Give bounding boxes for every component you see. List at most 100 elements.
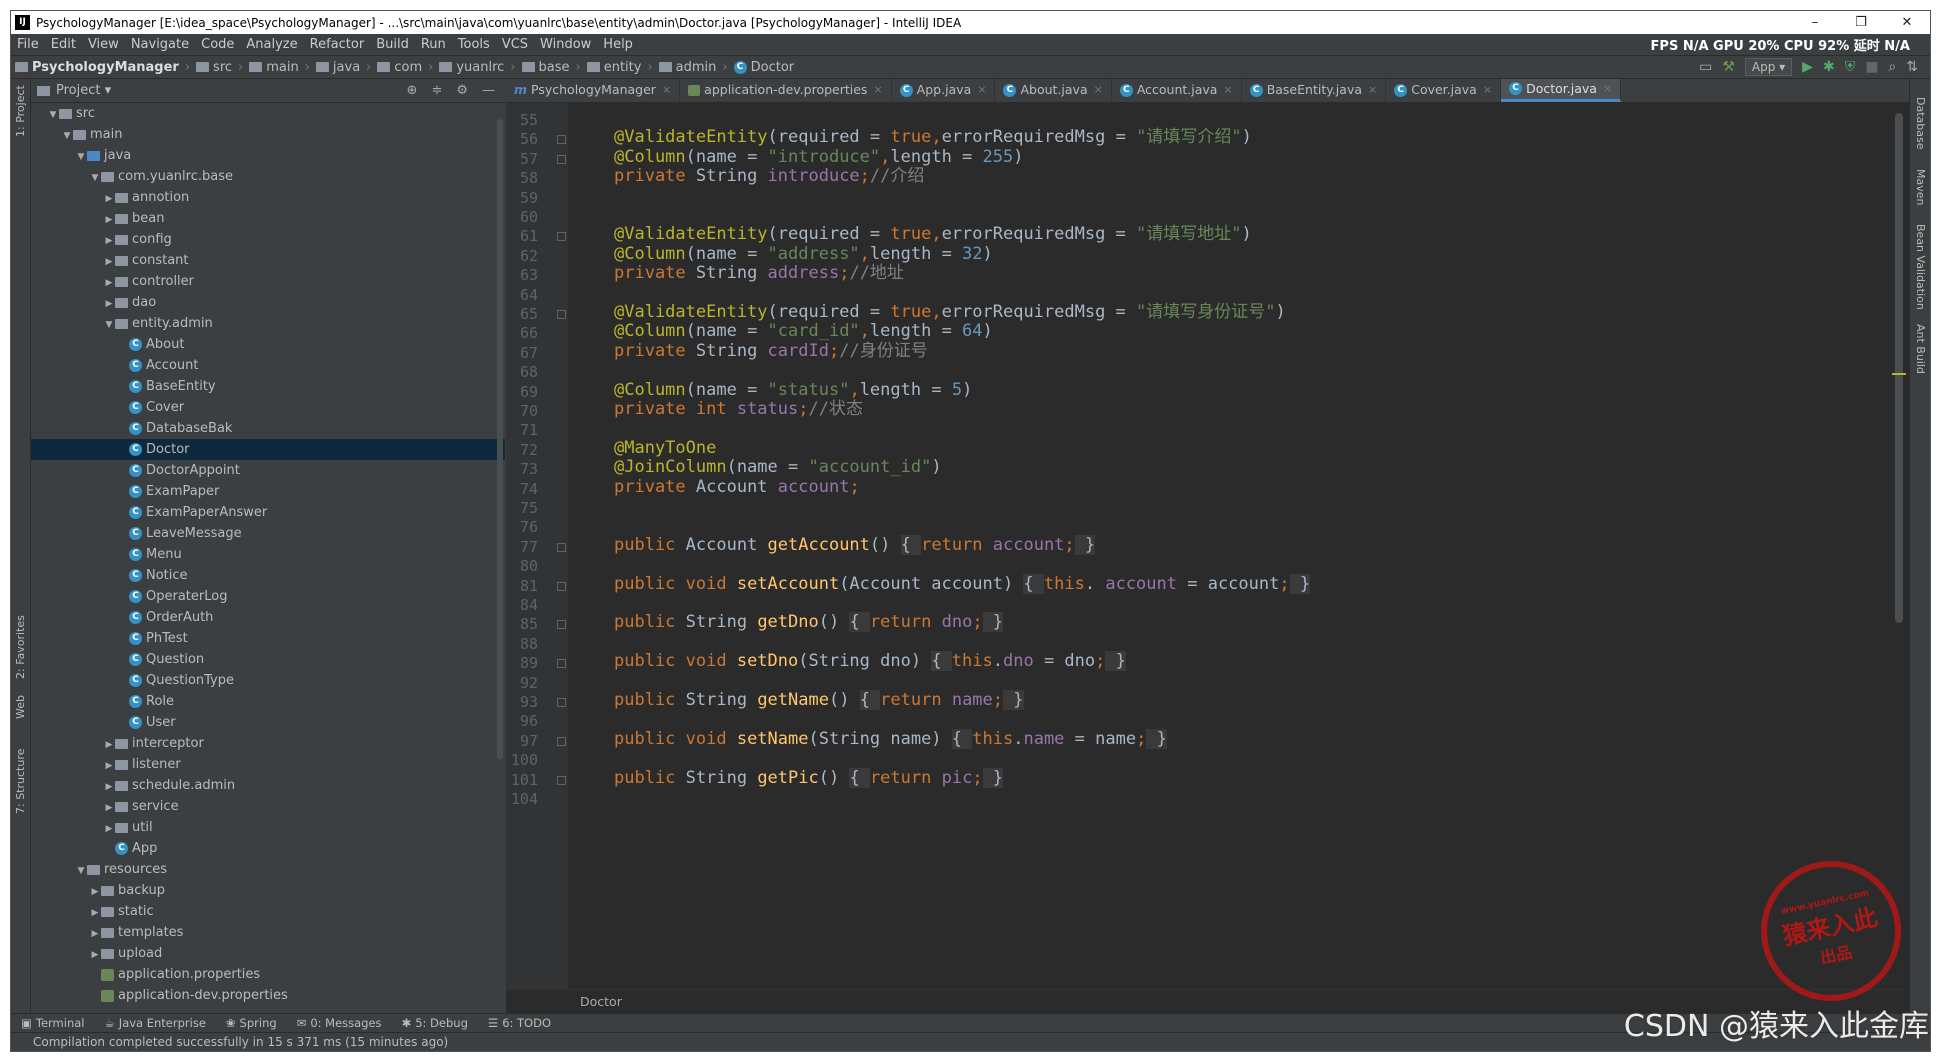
expanded-arrow-icon[interactable]: ▼: [75, 147, 87, 168]
menu-vcs[interactable]: VCS: [496, 37, 534, 52]
tree-item[interactable]: ▶ service: [31, 796, 505, 817]
close-tab-icon[interactable]: ×: [873, 79, 882, 102]
menu-view[interactable]: View: [82, 37, 125, 52]
tree-item[interactable]: ▶ config: [31, 229, 505, 250]
editor-tab[interactable]: C About.java ×: [995, 79, 1112, 102]
debug-icon[interactable]: ✱: [1823, 59, 1835, 75]
fold-marker-icon[interactable]: [557, 135, 566, 145]
tree-item[interactable]: C OperaterLog: [31, 586, 505, 607]
expanded-arrow-icon[interactable]: ▼: [89, 168, 101, 189]
close-tab-icon[interactable]: ×: [977, 79, 986, 102]
tree-item[interactable]: C About: [31, 334, 505, 355]
close-tab-icon[interactable]: ×: [1483, 79, 1492, 102]
tree-item[interactable]: C App: [31, 838, 505, 859]
fold-marker-icon[interactable]: [557, 232, 566, 242]
tree-item[interactable]: C Menu: [31, 544, 505, 565]
collapsed-arrow-icon[interactable]: ▶: [89, 903, 101, 924]
expanded-arrow-icon[interactable]: ▼: [103, 315, 115, 336]
tree-item[interactable]: ▶ interceptor: [31, 733, 505, 754]
collapsed-arrow-icon[interactable]: ▶: [89, 882, 101, 903]
breadcrumb-doctor[interactable]: C Doctor: [730, 60, 799, 75]
code-editor[interactable]: @ValidateEntity(required = true,errorReq…: [568, 103, 1891, 989]
fold-marker-icon[interactable]: [557, 620, 566, 630]
breadcrumb-java[interactable]: java: [312, 60, 364, 75]
tree-item[interactable]: C Doctor: [31, 439, 505, 460]
collapsed-arrow-icon[interactable]: ▶: [103, 273, 115, 294]
menu-analyze[interactable]: Analyze: [240, 37, 303, 52]
fold-marker-icon[interactable]: [557, 659, 566, 669]
bottom-tool-4[interactable]: ✱ 5: Debug: [392, 1016, 478, 1030]
breadcrumb-entity[interactable]: entity: [583, 60, 646, 75]
editor-tab[interactable]: application-dev.properties ×: [680, 79, 892, 102]
maximize-button[interactable]: ❐: [1838, 15, 1884, 30]
breadcrumb-main[interactable]: main: [245, 60, 302, 75]
tree-item[interactable]: ▶ listener: [31, 754, 505, 775]
locate-icon[interactable]: ⊕: [407, 83, 418, 98]
breadcrumb-psychologymanager[interactable]: PsychologyManager: [11, 60, 183, 75]
breadcrumb-com[interactable]: com: [373, 60, 426, 75]
collapsed-arrow-icon[interactable]: ▶: [103, 189, 115, 210]
close-tab-icon[interactable]: ×: [1368, 79, 1377, 102]
fold-marker-icon[interactable]: [557, 581, 566, 591]
fold-marker-icon[interactable]: [557, 542, 566, 552]
menu-run[interactable]: Run: [415, 37, 452, 52]
menu-help[interactable]: Help: [597, 37, 639, 52]
collapsed-arrow-icon[interactable]: ▶: [89, 945, 101, 966]
bottom-tool-1[interactable]: ☕ Java Enterprise: [94, 1016, 215, 1030]
editor-scrollbar[interactable]: [1891, 103, 1909, 989]
breadcrumb-src[interactable]: src: [192, 60, 236, 75]
tree-item[interactable]: C DatabaseBak: [31, 418, 505, 439]
collapsed-arrow-icon[interactable]: ▶: [103, 777, 115, 798]
editor-tab[interactable]: C Doctor.java ×: [1501, 79, 1622, 102]
bottom-tool-2[interactable]: ❀ Spring: [216, 1016, 287, 1030]
bottom-tool-0[interactable]: ▣ Terminal: [11, 1016, 94, 1030]
expanded-arrow-icon[interactable]: ▼: [47, 105, 59, 126]
fold-marker-icon[interactable]: [557, 698, 566, 707]
menu-edit[interactable]: Edit: [45, 37, 82, 52]
tree-item[interactable]: ▶ backup: [31, 880, 505, 901]
expanded-arrow-icon[interactable]: ▼: [75, 861, 87, 882]
fold-marker-icon[interactable]: [557, 154, 566, 164]
collapsed-arrow-icon[interactable]: ▶: [103, 819, 115, 840]
collapsed-arrow-icon[interactable]: ▶: [103, 252, 115, 273]
gear-icon[interactable]: ⚙: [456, 83, 468, 98]
project-scrollbar[interactable]: [497, 119, 503, 759]
tree-item[interactable]: C Question: [31, 649, 505, 670]
hide-icon[interactable]: —: [482, 83, 495, 98]
tree-item[interactable]: C OrderAuth: [31, 607, 505, 628]
editor-tab[interactable]: C Account.java ×: [1112, 79, 1242, 102]
tree-item[interactable]: C Notice: [31, 565, 505, 586]
editor-tab[interactable]: C App.java ×: [892, 79, 996, 102]
collapsed-arrow-icon[interactable]: ▶: [89, 924, 101, 945]
collapsed-arrow-icon[interactable]: ▶: [103, 294, 115, 315]
fold-marker-icon[interactable]: [557, 736, 566, 746]
bean-validation-tool-tab[interactable]: Bean Validation: [1914, 224, 1927, 310]
menu-tools[interactable]: Tools: [452, 37, 496, 52]
favorites-tool-tab[interactable]: 2: Favorites: [14, 615, 27, 679]
tree-item[interactable]: ▶ bean: [31, 208, 505, 229]
breadcrumb-base[interactable]: base: [518, 60, 574, 75]
fold-marker-icon[interactable]: [557, 775, 566, 785]
collapsed-arrow-icon[interactable]: ▶: [103, 231, 115, 252]
tree-item[interactable]: C ExamPaperAnswer: [31, 502, 505, 523]
bottom-tool-5[interactable]: ☰ 6: TODO: [478, 1016, 561, 1030]
tree-item[interactable]: application.properties: [31, 964, 505, 985]
collapsed-arrow-icon[interactable]: ▶: [103, 756, 115, 777]
run-icon[interactable]: ▶: [1802, 59, 1813, 75]
tree-item[interactable]: ▼ com.yuanlrc.base: [31, 166, 505, 187]
tree-item[interactable]: ▶ controller: [31, 271, 505, 292]
tree-item[interactable]: ▼ entity.admin: [31, 313, 505, 334]
tree-item[interactable]: ▶ dao: [31, 292, 505, 313]
close-tab-icon[interactable]: ×: [1094, 79, 1103, 102]
expanded-arrow-icon[interactable]: ▼: [61, 126, 73, 147]
collapsed-arrow-icon[interactable]: ▶: [103, 735, 115, 756]
menu-build[interactable]: Build: [370, 37, 415, 52]
tree-item[interactable]: C Role: [31, 691, 505, 712]
tree-item[interactable]: ▶ templates: [31, 922, 505, 943]
tree-item[interactable]: C QuestionType: [31, 670, 505, 691]
structure-tool-tab[interactable]: 7: Structure: [14, 749, 27, 814]
close-tab-icon[interactable]: ×: [1603, 79, 1612, 101]
collapsed-arrow-icon[interactable]: ▶: [103, 798, 115, 819]
project-view-select[interactable]: Project ▾: [56, 83, 111, 98]
tree-item[interactable]: ▶ util: [31, 817, 505, 838]
